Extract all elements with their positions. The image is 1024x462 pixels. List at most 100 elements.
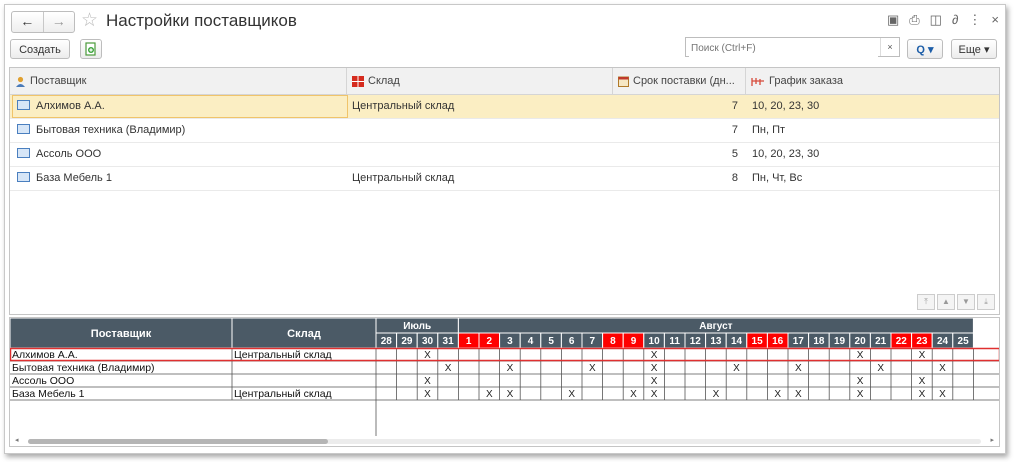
supplier-name: Ассоль ООО	[36, 148, 102, 160]
day-label: 25	[958, 336, 970, 347]
supplier-card-icon	[17, 100, 30, 111]
day-label: 31	[443, 336, 455, 347]
scroll-left-icon[interactable]: ◂	[15, 436, 19, 444]
day-label: 7	[590, 336, 596, 347]
favorite-star-icon[interactable]: ☆	[81, 9, 98, 32]
calendar-row-supplier: Алхимов А.А.	[12, 349, 78, 361]
scroll-top-button[interactable]: ⤒	[917, 294, 935, 310]
calendar-row-supplier: Бытовая техника (Владимир)	[12, 362, 155, 374]
cell-lead-time[interactable]: 7	[613, 95, 738, 118]
calendar-row-supplier: База Мебель 1	[12, 388, 85, 400]
column-warehouse-label: Склад	[368, 75, 400, 87]
suppliers-table: Поставщик Склад Срок поставки (дн... Гра…	[9, 67, 1000, 315]
schedule-mark: X	[919, 389, 926, 400]
forward-button[interactable]: →	[44, 12, 75, 32]
more-icon[interactable]: ⋮	[968, 12, 981, 28]
cell-supplier[interactable]: Алхимов А.А.	[17, 95, 342, 118]
day-label: 9	[631, 336, 637, 347]
cell-schedule[interactable]: 10, 20, 23, 30	[752, 143, 992, 166]
column-lead-time[interactable]: Срок поставки (дн...	[613, 68, 746, 94]
table-row[interactable]: Алхимов А.А. Центральный склад 7 10, 20, 23…	[10, 95, 999, 119]
close-icon[interactable]: ×	[991, 12, 999, 28]
scroll-thumb[interactable]	[28, 439, 328, 444]
cell-lead-time[interactable]: 5	[613, 143, 738, 166]
schedule-mark: X	[795, 389, 802, 400]
schedule-icon	[751, 77, 764, 86]
schedule-mark: X	[589, 363, 596, 374]
search-input[interactable]	[689, 39, 878, 57]
schedule-mark: X	[507, 363, 514, 374]
search-field[interactable]: ×	[685, 37, 900, 57]
day-label: 16	[772, 336, 784, 347]
column-warehouse[interactable]: Склад	[347, 68, 613, 94]
month-label: Август	[699, 321, 732, 332]
supplier-card-icon	[17, 148, 30, 159]
preview-icon[interactable]: ◫	[930, 12, 942, 28]
cell-warehouse[interactable]: Центральный склад	[352, 167, 612, 190]
more-button[interactable]: Еще ▾	[951, 39, 997, 59]
schedule-mark: X	[424, 350, 431, 361]
schedule-mark: X	[651, 363, 658, 374]
back-button[interactable]: ←	[12, 12, 43, 32]
table-header: Поставщик Склад Срок поставки (дн... Гра…	[10, 68, 999, 95]
search-clear-button[interactable]: ×	[880, 38, 899, 56]
horizontal-scrollbar[interactable]: ◂ ▸	[10, 436, 999, 446]
day-label: 20	[855, 336, 867, 347]
day-label: 11	[669, 336, 680, 347]
column-supplier-label: Поставщик	[30, 75, 87, 87]
day-label: 18	[813, 336, 825, 347]
column-schedule-label: График заказа	[769, 75, 844, 87]
schedule-mark: X	[919, 376, 926, 387]
day-label: 28	[381, 336, 393, 347]
day-label: 23	[916, 336, 928, 347]
save-icon[interactable]: ▣	[887, 12, 899, 28]
create-button[interactable]: Создать	[10, 39, 70, 59]
day-label: 10	[649, 336, 661, 347]
table-row[interactable]: База Мебель 1 Центральный склад 8 Пн, Чт, В…	[10, 167, 999, 191]
cell-schedule[interactable]: Пн, Пт	[752, 119, 992, 142]
calendar-row-warehouse: Центральный склад	[234, 349, 332, 361]
day-label: 30	[422, 336, 434, 347]
create-copy-button[interactable]	[80, 39, 102, 59]
cell-warehouse[interactable]: Центральный склад	[352, 95, 612, 118]
document-add-icon	[85, 42, 96, 56]
column-lead-time-label: Срок поставки (дн...	[633, 75, 735, 87]
scroll-bottom-button[interactable]: ⤓	[977, 294, 995, 310]
schedule-mark: X	[939, 389, 946, 400]
column-schedule[interactable]: График заказа	[746, 68, 999, 94]
day-label: 4	[528, 336, 534, 347]
selected-row-border	[10, 347, 999, 362]
supplier-card-icon	[17, 172, 30, 183]
day-label: 6	[569, 336, 575, 347]
cell-warehouse[interactable]	[352, 143, 612, 166]
scroll-down-button[interactable]: ▼	[957, 294, 975, 310]
day-label: 12	[690, 336, 702, 347]
schedule-mark: X	[651, 350, 658, 361]
link-icon[interactable]: ∂	[952, 12, 958, 28]
cell-schedule[interactable]: 10, 20, 23, 30	[752, 95, 992, 118]
search-button[interactable]: Q ▾	[907, 39, 943, 59]
schedule-mark: X	[795, 363, 802, 374]
cell-supplier[interactable]: Бытовая техника (Владимир)	[17, 119, 342, 142]
scroll-up-button[interactable]: ▲	[937, 294, 955, 310]
cell-warehouse[interactable]	[352, 119, 612, 142]
schedule-mark: X	[651, 376, 658, 387]
schedule-mark: X	[507, 389, 514, 400]
scroll-right-icon[interactable]: ▸	[990, 436, 994, 444]
print-icon[interactable]: ⎙	[909, 12, 919, 28]
cell-supplier[interactable]: Ассоль ООО	[17, 143, 342, 166]
schedule-mark: X	[424, 376, 431, 387]
cell-supplier[interactable]: База Мебель 1	[17, 167, 342, 190]
schedule-mark: X	[445, 363, 452, 374]
table-row[interactable]: Ассоль ООО 5 10, 20, 23, 30	[10, 143, 999, 167]
cell-lead-time[interactable]: 7	[613, 119, 738, 142]
calendar-header-supplier-label: Поставщик	[91, 328, 152, 340]
table-row[interactable]: Бытовая техника (Владимир) 7 Пн, Пт	[10, 119, 999, 143]
supplier-card-icon	[17, 124, 30, 135]
cell-lead-time[interactable]: 8	[613, 167, 738, 190]
cell-schedule[interactable]: Пн, Чт, Вс	[752, 167, 992, 190]
column-supplier[interactable]: Поставщик	[10, 68, 347, 94]
day-label: 8	[610, 336, 616, 347]
schedule-mark: X	[774, 389, 781, 400]
schedule-mark: X	[630, 389, 637, 400]
